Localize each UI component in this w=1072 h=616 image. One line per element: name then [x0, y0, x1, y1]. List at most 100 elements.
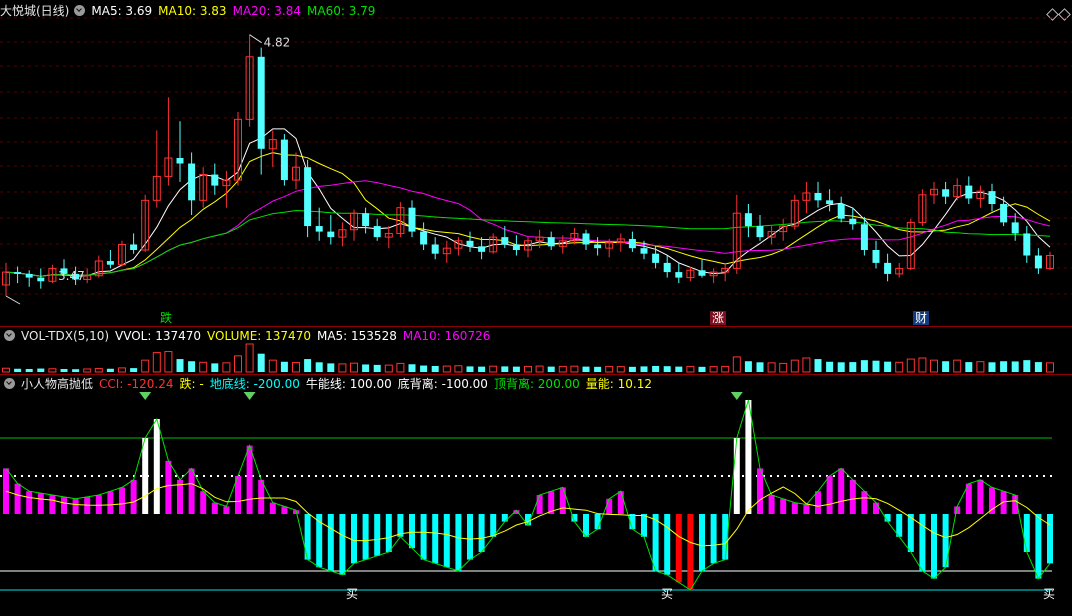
- candle-body: [373, 226, 381, 238]
- marker-cai: 财: [915, 311, 927, 325]
- buy-marker: 买: [661, 587, 673, 601]
- indicator-settings-icon[interactable]: [4, 378, 15, 389]
- candle-body: [211, 174, 219, 186]
- ma10-line: [5, 152, 1051, 277]
- candle-body: [640, 248, 648, 254]
- volume-bar: [292, 362, 300, 373]
- cci-bar: [745, 400, 752, 514]
- volume-bar: [976, 361, 985, 373]
- niuneng-label: 牛能线: 100.00: [305, 377, 392, 391]
- volume-bar: [83, 368, 92, 373]
- candle-body: [860, 224, 868, 250]
- candle-body: [130, 244, 138, 250]
- chart-canvas[interactable]: 4.82 3.47 跌 涨 财买 买 买: [0, 0, 1072, 616]
- indicator-header: 小人物高抛低 CCI: -120.24 跌: - 地底线: -200.00 牛能线: 1…: [0, 376, 658, 392]
- candle-body: [304, 167, 312, 227]
- candle-body: [652, 253, 660, 263]
- volume-bar: [373, 364, 381, 372]
- candle-body: [257, 56, 265, 149]
- volume-bar: [709, 366, 718, 373]
- marker-die: 跌: [160, 310, 172, 325]
- stock-title: 大悦城(日线): [0, 4, 70, 18]
- dibeili-label: 底背离: -100.00: [397, 377, 488, 391]
- volume-bar: [94, 368, 103, 373]
- volume-bar: [37, 368, 45, 372]
- cci-bar: [107, 491, 114, 514]
- marker-zhang: 涨: [712, 310, 724, 325]
- ma10-label: MA10: 3.83: [158, 4, 227, 18]
- volume-bar: [199, 361, 208, 373]
- volume-bar: [152, 352, 161, 373]
- flag-icon: [243, 392, 256, 400]
- cci-bar: [664, 514, 671, 575]
- candle-body: [756, 226, 764, 238]
- volume-bar: [338, 363, 347, 373]
- candle-body: [478, 246, 486, 252]
- cci-bar: [26, 491, 33, 514]
- volume-bar: [790, 359, 799, 373]
- volume-bar: [431, 365, 439, 372]
- volume-bar: [1034, 362, 1042, 372]
- ma20-label: MA20: 3.84: [232, 4, 301, 18]
- dingbeili-label: 顶背离: 200.00: [493, 377, 580, 391]
- volume-bar: [779, 362, 788, 373]
- candle-body: [826, 200, 834, 204]
- settings-icon[interactable]: [74, 5, 86, 16]
- volume-settings-icon[interactable]: [4, 330, 15, 341]
- volume-bar: [849, 362, 857, 372]
- cci-bar: [1023, 514, 1030, 552]
- volume-bar: [640, 366, 648, 372]
- cci-bar: [432, 514, 439, 564]
- volume-bar: [257, 353, 265, 372]
- volume-bar: [826, 361, 834, 372]
- volume-bar: [268, 359, 277, 373]
- cci-bar: [617, 491, 624, 514]
- volume-bar: [350, 362, 358, 373]
- volume-header: VOL-TDX(5,10) VVOL: 137470 VOLUME: 137470 M…: [0, 328, 496, 344]
- didi-label: 地底线: -200.00: [209, 377, 300, 391]
- candle-body: [965, 185, 973, 199]
- cci-bar: [710, 514, 717, 564]
- cci-bar: [246, 445, 253, 514]
- cci-bar: [142, 438, 149, 514]
- flag-icon: [139, 392, 152, 400]
- low-price-label: 3.47: [58, 269, 85, 283]
- cci-bar: [606, 498, 613, 514]
- cci-label: CCI: -120.24: [99, 377, 174, 391]
- cci-bar: [188, 468, 195, 514]
- vol-ma5-label: MA5: 153528: [316, 329, 397, 343]
- vol-indicator-name: VOL-TDX(5,10): [21, 329, 110, 343]
- candle-body: [942, 189, 950, 197]
- indicator-name: 小人物高抛低: [21, 377, 94, 391]
- cci-bar: [37, 493, 44, 514]
- cci-bar: [641, 514, 647, 537]
- candle-body: [698, 270, 706, 276]
- volume-bar: [663, 366, 671, 372]
- cci-bar: [49, 495, 56, 514]
- volume-label: VOLUME: 137470: [207, 329, 311, 343]
- cci-line: [5, 399, 1051, 591]
- volume-bar: [188, 361, 196, 372]
- cci-bar: [977, 479, 984, 514]
- cci-bar: [374, 514, 381, 556]
- volume-bar: [234, 355, 242, 373]
- volume-bar: [547, 366, 555, 372]
- candle-body: [837, 204, 845, 219]
- cci-bar: [14, 483, 21, 514]
- vvol-label: VVOL: 137470: [115, 329, 202, 343]
- cci-bar: [826, 476, 833, 514]
- volume-bar: [222, 362, 231, 373]
- volume-bar: [280, 361, 288, 372]
- volume-bar: [535, 365, 544, 373]
- cci-bar: [536, 495, 543, 514]
- volume-bar: [72, 369, 80, 372]
- cci-bar: [223, 506, 230, 514]
- ma20-line: [5, 180, 1051, 277]
- volume-bar: [860, 360, 868, 372]
- cci-bar: [455, 514, 462, 571]
- volume-bar: [582, 366, 590, 372]
- volume-bar: [721, 365, 730, 373]
- candle-body: [849, 218, 857, 225]
- volume-bar: [164, 351, 173, 373]
- volume-bar: [872, 360, 880, 372]
